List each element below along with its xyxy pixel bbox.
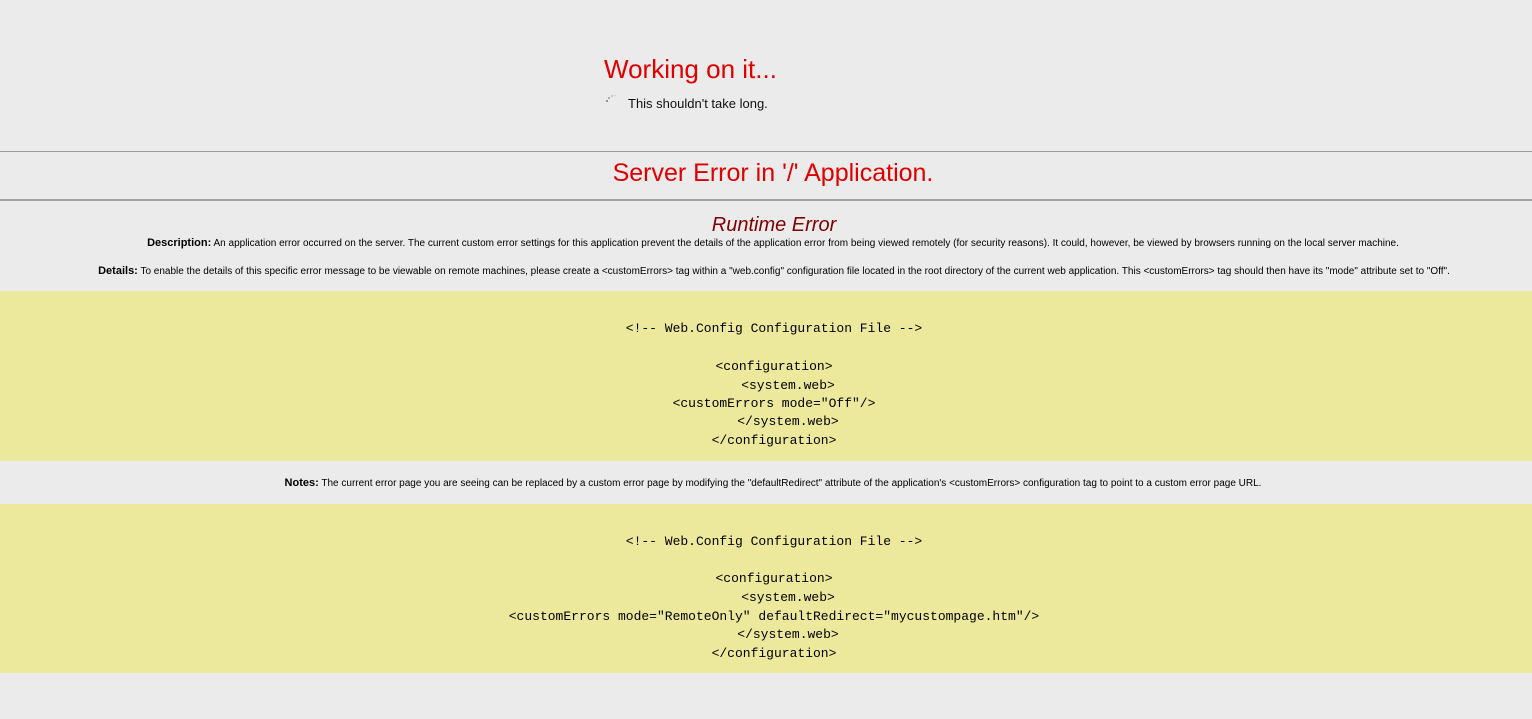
notes-paragraph: Notes: The current error page you are se… (0, 476, 1532, 491)
code-line: </system.web> (737, 414, 839, 429)
notes-text: The current error page you are seeing ca… (321, 478, 1262, 489)
description-text: An application error occurred on the ser… (213, 238, 1399, 249)
working-panel: Working on it... This shouldn't take lon… (604, 52, 777, 112)
description-paragraph: Description: An application error occurr… (0, 236, 1532, 251)
code-line: <customErrors mode="Off"/> (672, 396, 876, 411)
divider-top (0, 151, 1532, 152)
code-block-remote-only: <!-- Web.Config Configuration File --> <… (0, 504, 1532, 673)
working-subtitle: This shouldn't take long. (628, 96, 768, 111)
code-line: <configuration> (715, 359, 833, 374)
code-line: </configuration> (711, 433, 837, 448)
description-label: Description: (147, 237, 212, 249)
code-line: <configuration> (715, 571, 833, 586)
code-line: <customErrors mode="RemoteOnly" defaultR… (508, 609, 1040, 624)
details-text: To enable the details of this specific e… (140, 266, 1450, 277)
working-status: This shouldn't take long. (604, 94, 777, 112)
working-title: Working on it... (604, 54, 777, 84)
page-title: Server Error in '/' Application. (612, 159, 934, 187)
runtime-error-heading: Runtime Error (711, 214, 837, 236)
code-comment: <!-- Web.Config Configuration File --> (625, 321, 923, 336)
code-line: </configuration> (711, 646, 837, 661)
spinner-icon (606, 94, 616, 102)
code-line: <system.web> (741, 378, 835, 393)
details-paragraph: Details: To enable the details of this s… (0, 264, 1532, 279)
code-comment: <!-- Web.Config Configuration File --> (625, 534, 923, 549)
details-label: Details: (98, 265, 138, 277)
code-block-off: <!-- Web.Config Configuration File --> <… (0, 291, 1532, 461)
code-line: </system.web> (737, 627, 839, 642)
code-line: <system.web> (741, 590, 835, 605)
divider-bottom (0, 199, 1532, 201)
notes-label: Notes: (284, 477, 319, 489)
